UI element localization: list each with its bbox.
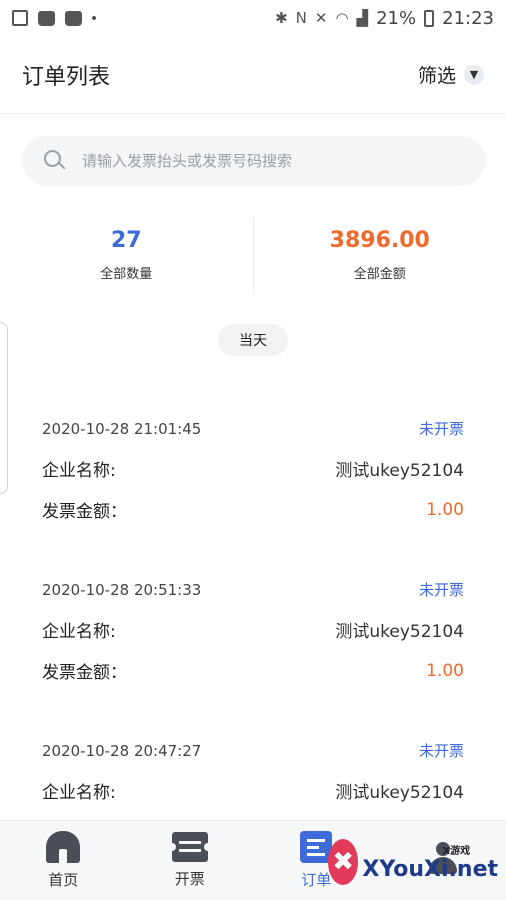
count-value: 27 (110, 228, 142, 253)
order-card[interactable]: 2020-10-28 21:01:45 未开票 企业名称: 测试ukey5210… (0, 400, 506, 561)
order-status: 未开票 (418, 581, 464, 599)
status-bar: ✱ N ✕ ◠ ▟ 21% 21:23 (0, 0, 506, 36)
amount-label: 全部金额 (353, 267, 406, 282)
signal-icon: ▟ (356, 9, 369, 27)
watermark-small-text: X游戏 (442, 846, 471, 857)
company-label: 企业名称: (42, 783, 116, 803)
bluetooth-icon: ✱ (275, 9, 288, 27)
order-status: 未开票 (418, 420, 464, 438)
ticket-icon (167, 832, 212, 862)
dot-icon (92, 16, 96, 20)
tab-label: 首页 (48, 871, 79, 889)
stat-count: 27 全部数量 (0, 218, 253, 292)
summary-stats: 27 全部数量 3896.00 全部金额 (0, 218, 506, 292)
header: 订单列表 筛选 ▼ (0, 36, 506, 114)
home-icon (46, 831, 81, 863)
order-list: 2020-10-28 21:01:45 未开票 企业名称: 测试ukey5210… (0, 400, 506, 883)
wifi-icon: ◠ (335, 9, 349, 27)
watermark-text: XYouXi.net (362, 857, 498, 882)
search-input[interactable] (82, 152, 462, 170)
page-title: 订单列表 (22, 64, 111, 90)
filter-button[interactable]: 筛选 ▼ (418, 61, 484, 88)
invoice-amount: 1.00 (426, 660, 464, 681)
bag-icon (65, 10, 82, 26)
amount-label: 发票金额： (42, 663, 127, 683)
order-card[interactable]: 2020-10-28 20:51:33 未开票 企业名称: 测试ukey5210… (0, 561, 506, 722)
count-label: 全部数量 (100, 267, 153, 282)
tab-label: 开票 (174, 870, 205, 888)
company-name: 测试ukey52104 (335, 461, 464, 481)
order-time: 2020-10-28 21:01:45 (42, 419, 202, 438)
clock: 21:23 (442, 7, 494, 29)
amount-label: 发票金额： (42, 502, 127, 522)
amount-value: 3896.00 (329, 228, 430, 253)
mute-icon: ✕ (314, 9, 328, 27)
search-bar[interactable] (22, 136, 486, 186)
date-filter-chip[interactable]: 当天 (218, 324, 288, 356)
invoice-amount: 1.00 (426, 499, 464, 520)
nfc-icon: N (295, 9, 307, 27)
watermark: ✖ X游戏 XYouXi.net (328, 834, 498, 890)
tab-label: 订单 (301, 871, 332, 889)
company-name: 测试ukey52104 (335, 622, 464, 642)
filter-label: 筛选 (417, 65, 456, 87)
bag-icon (38, 10, 55, 26)
gallery-icon (12, 10, 28, 26)
tab-invoice[interactable]: 开票 (127, 821, 254, 900)
battery-icon (424, 9, 435, 27)
watermark-logo-icon: ✖ (328, 839, 359, 885)
stat-amount: 3896.00 全部金额 (254, 218, 506, 292)
company-label: 企业名称: (42, 461, 116, 481)
company-label: 企业名称: (42, 622, 116, 642)
battery-percent: 21% (376, 7, 417, 29)
order-time: 2020-10-28 20:47:27 (42, 741, 202, 760)
company-name: 测试ukey52104 (335, 783, 464, 803)
order-status: 未开票 (418, 742, 464, 760)
chevron-down-icon: ▼ (464, 64, 484, 85)
order-time: 2020-10-28 20:51:33 (42, 580, 202, 599)
tab-home[interactable]: 首页 (0, 821, 127, 900)
search-icon (44, 150, 66, 172)
